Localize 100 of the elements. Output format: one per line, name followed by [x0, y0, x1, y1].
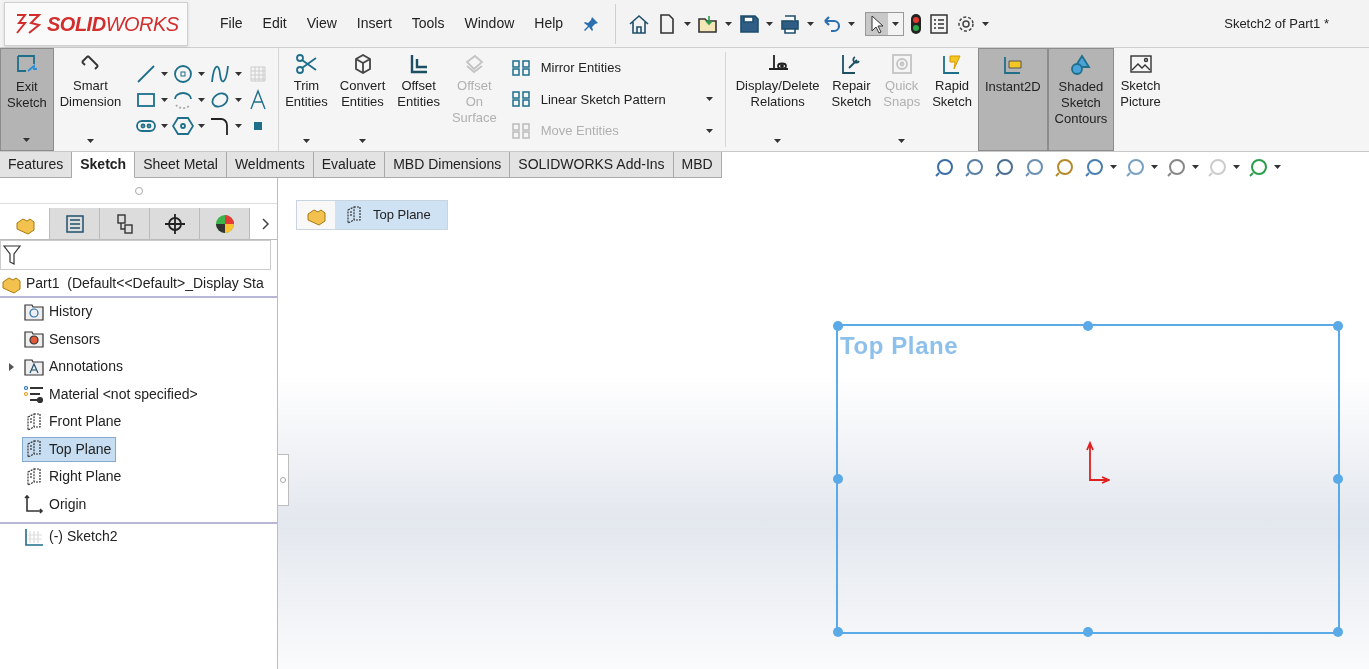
ribbon-button[interactable]: Instant2D	[977, 48, 1048, 151]
caret-icon[interactable]	[198, 71, 206, 76]
menu-item[interactable]: Insert	[356, 13, 392, 34]
panel-tab[interactable]	[150, 208, 200, 239]
document-title: Sketch2 of Part1 *	[1224, 14, 1329, 33]
caret-icon[interactable]	[302, 139, 310, 143]
caret-icon[interactable]	[198, 123, 206, 128]
breadcrumb[interactable]: Top Plane	[296, 200, 448, 230]
tree-item[interactable]: Material <not specified>	[22, 381, 203, 407]
ribbon-list-button[interactable]: Linear Sketch Pattern	[510, 89, 713, 110]
filter-field[interactable]	[0, 240, 271, 270]
caret-icon[interactable]	[23, 138, 31, 142]
ribbon-tab[interactable]: Features	[0, 152, 73, 178]
ribbon-tab[interactable]: Weldments	[226, 152, 314, 178]
ribbon-button[interactable]: Smart Dimension	[53, 48, 128, 151]
caret-icon[interactable]	[1192, 165, 1199, 169]
plane-handle[interactable]	[1333, 627, 1343, 637]
ribbon-button[interactable]: Shaded Sketch Contours	[1047, 48, 1115, 151]
plane-handle[interactable]	[1083, 321, 1093, 331]
traffic-light-icon[interactable]	[910, 12, 923, 35]
ribbon-button[interactable]: Offset Entities	[391, 48, 446, 151]
save-icon[interactable]	[738, 12, 761, 35]
caret-icon[interactable]	[982, 21, 990, 26]
caret-icon[interactable]	[161, 123, 169, 128]
settings-icon[interactable]	[956, 13, 977, 34]
caret-icon[interactable]	[725, 21, 733, 26]
caret-icon[interactable]	[161, 71, 169, 76]
ribbon-list-button[interactable]: Mirror Entities	[510, 58, 713, 78]
zoom-area-icon[interactable]	[964, 156, 986, 178]
caret-icon[interactable]	[235, 71, 243, 76]
chevron-right-icon[interactable]	[262, 217, 270, 230]
caret-icon[interactable]	[198, 97, 206, 102]
home-icon[interactable]	[628, 12, 651, 35]
plane-handle[interactable]	[1333, 321, 1343, 331]
expand-arrow-icon[interactable]	[8, 362, 14, 371]
tree-item[interactable]: Sensors	[22, 326, 106, 352]
ribbon-tab[interactable]: MBD Dimensions	[385, 152, 511, 178]
menu-item[interactable]: Edit	[262, 13, 287, 34]
caret-icon[interactable]	[766, 21, 774, 26]
ribbon-tab[interactable]: Evaluate	[313, 152, 386, 178]
menu-item[interactable]: Tools	[411, 13, 445, 34]
tree-root-label[interactable]: Part1 (Default<<Default>_Display Sta	[26, 272, 264, 294]
menu-item[interactable]: Help	[534, 13, 564, 34]
polygon-icon[interactable]	[172, 114, 195, 137]
rapid-sketch-icon	[940, 52, 964, 76]
caret-icon[interactable]	[1233, 165, 1240, 169]
ribbon-button[interactable]: Exit Sketch	[0, 48, 54, 151]
caret-icon[interactable]	[1151, 165, 1158, 169]
caret-icon[interactable]	[86, 139, 94, 143]
ribbon-button[interactable]: Sketch Picture	[1114, 48, 1167, 151]
point-icon[interactable]	[253, 120, 264, 131]
caret-icon[interactable]	[235, 123, 243, 128]
plane-handle[interactable]	[833, 474, 843, 484]
panel-collapse-handle[interactable]	[278, 454, 289, 506]
tree-item[interactable]: (-) Sketch2	[22, 524, 123, 550]
circle-icon[interactable]	[172, 62, 195, 85]
tree-item[interactable]: Top Plane	[22, 436, 117, 462]
caret-icon[interactable]	[892, 21, 900, 26]
ribbon-button[interactable]: Repair Sketch	[825, 48, 878, 151]
caret-icon[interactable]	[359, 139, 367, 143]
ribbon-button[interactable]: Display/Delete Relations	[729, 48, 826, 151]
ribbon-tab[interactable]: Sheet Metal	[135, 152, 227, 178]
caret-icon[interactable]	[774, 139, 782, 143]
ribbon-button[interactable]: Convert Entities	[333, 48, 392, 151]
caret-icon[interactable]	[235, 97, 243, 102]
caret-icon[interactable]	[705, 97, 713, 102]
zoom-fit-icon[interactable]	[934, 156, 956, 178]
plane-handle[interactable]	[833, 627, 843, 637]
printer-icon[interactable]	[779, 12, 802, 35]
caret-icon[interactable]	[807, 21, 815, 26]
tree-item[interactable]: Origin	[22, 491, 92, 517]
tree-item[interactable]: Right Plane	[22, 464, 127, 490]
caret-icon[interactable]	[161, 97, 169, 102]
menu-item[interactable]: View	[306, 13, 337, 34]
ribbon-button[interactable]: Rapid Sketch	[926, 48, 978, 151]
menu-item[interactable]: Window	[464, 13, 515, 34]
caret-icon[interactable]	[684, 21, 692, 26]
plane-handle[interactable]	[833, 321, 843, 331]
tree-item[interactable]: Front Plane	[22, 409, 127, 435]
origin-icon	[23, 494, 45, 515]
caret-icon[interactable]	[1274, 165, 1281, 169]
caret-icon[interactable]	[848, 21, 856, 26]
panel-tab[interactable]	[200, 208, 250, 239]
menu-item[interactable]: File	[220, 13, 243, 34]
ribbon-tab[interactable]: MBD	[673, 152, 722, 178]
plane-handle[interactable]	[1333, 474, 1343, 484]
origin-arrows-icon	[1086, 440, 1110, 484]
caret-icon[interactable]	[1110, 165, 1117, 169]
tree-item[interactable]: History	[22, 299, 98, 325]
ribbon-button[interactable]: Trim Entities	[279, 48, 334, 151]
sketch-icon	[23, 526, 45, 547]
filter-icon	[3, 244, 21, 266]
tree-item[interactable]: Annotations	[22, 354, 128, 380]
pin-icon[interactable]	[583, 15, 600, 32]
line-icon[interactable]	[135, 62, 158, 85]
color-ball-icon	[213, 212, 236, 235]
ribbon-tab[interactable]: SOLIDWORKS Add-Ins	[510, 152, 674, 178]
plane-handle[interactable]	[1083, 627, 1093, 637]
list-icon[interactable]	[928, 12, 951, 35]
annotation-folder-icon	[23, 356, 45, 377]
